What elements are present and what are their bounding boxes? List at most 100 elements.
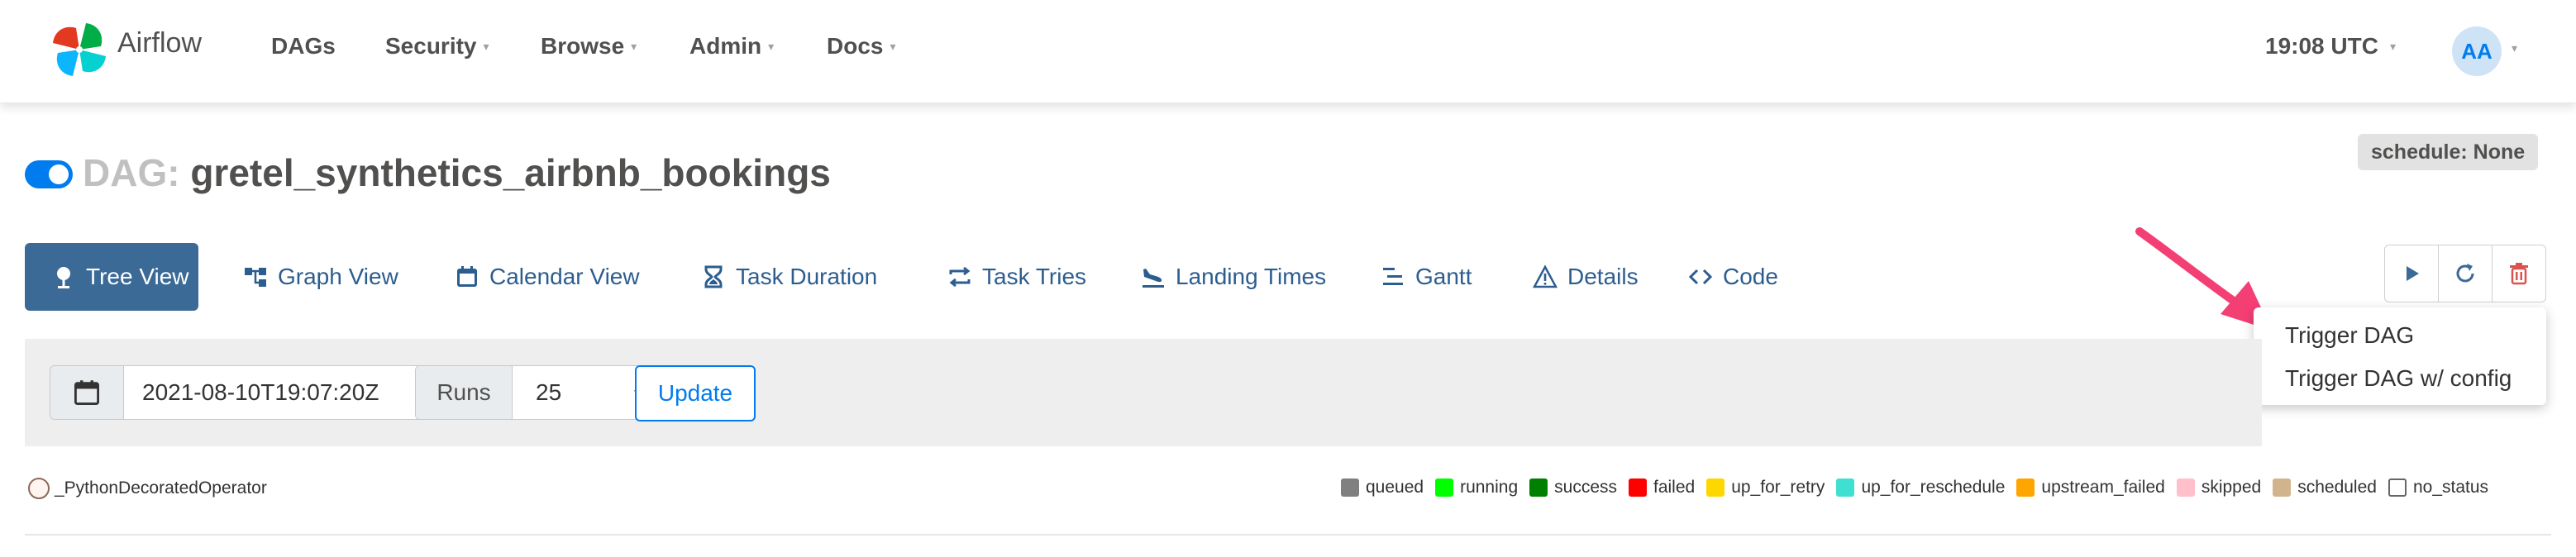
delete-dag-button[interactable] — [2493, 245, 2545, 302]
dag-actions — [2384, 245, 2546, 302]
tab-task-duration[interactable]: Task Duration — [681, 243, 897, 311]
graph-icon — [245, 268, 266, 287]
legend-item: running — [1435, 478, 1518, 497]
legend-item: skipped — [2176, 478, 2262, 497]
nav-admin[interactable]: Admin ▾ — [689, 33, 774, 60]
legend-item: failed — [1629, 478, 1695, 497]
airflow-logo-icon — [53, 23, 106, 76]
tree-icon — [57, 267, 70, 288]
utc-clock[interactable]: 19:08 UTC ▾ — [2265, 33, 2396, 60]
warning-triangle-icon — [1533, 264, 1558, 288]
calendar-icon — [457, 266, 477, 287]
legend-swatch — [1706, 478, 1725, 497]
legend-swatch — [1529, 478, 1548, 497]
tab-task-duration-label: Task Duration — [736, 264, 878, 289]
legend-swatch — [2273, 478, 2292, 497]
dag-name: gretel_synthetics_airbnb_bookings — [190, 151, 831, 194]
nav-browse-label: Browse — [541, 33, 625, 59]
runs-value: 25 — [536, 379, 562, 405]
legend-swatch — [1341, 478, 1359, 497]
update-button[interactable]: Update — [635, 365, 756, 421]
legend-item: up_for_retry — [1706, 478, 1825, 497]
user-avatar[interactable]: AA — [2452, 26, 2502, 76]
state-legend: queued running success failed up_for_ret… — [1341, 478, 2488, 497]
calendar-icon[interactable] — [50, 366, 124, 419]
tab-details[interactable]: Details — [1513, 243, 1658, 311]
refresh-dag-button[interactable] — [2439, 245, 2493, 302]
tab-gantt[interactable]: Gantt — [1361, 243, 1491, 311]
gantt-icon — [1383, 268, 1403, 285]
brand-name: Airflow — [117, 26, 203, 59]
hourglass-icon — [704, 265, 723, 288]
nav-browse[interactable]: Browse ▾ — [541, 33, 637, 60]
trash-icon — [2510, 263, 2528, 285]
runs-group: Runs 25 — [415, 365, 661, 420]
base-date-group — [50, 365, 444, 420]
operator-legend: _PythonDecoratedOperator — [28, 478, 267, 499]
legend-label: up_for_reschedule — [1861, 478, 2006, 497]
legend-item: up_for_reschedule — [1836, 478, 2005, 497]
user-initials: AA — [2461, 38, 2493, 64]
nav-security-label: Security — [385, 33, 477, 59]
dag-pause-toggle[interactable] — [25, 160, 73, 188]
caret-down-icon: ▾ — [2389, 39, 2396, 53]
tab-gantt-label: Gantt — [1415, 264, 1472, 289]
caret-down-icon[interactable]: ▾ — [2512, 41, 2517, 55]
legend-item: scheduled — [2273, 478, 2377, 497]
menu-item-trigger-dag[interactable]: Trigger DAG — [2285, 322, 2414, 349]
schedule-badge: schedule: None — [2358, 134, 2539, 170]
tab-landing-times[interactable]: Landing Times — [1121, 243, 1346, 311]
navbar: Airflow DAGs Security ▾ Browse ▾ Admin ▾… — [0, 0, 2576, 103]
operator-label: _PythonDecoratedOperator — [55, 478, 267, 497]
refresh-icon — [2456, 264, 2474, 283]
nav-security[interactable]: Security ▾ — [385, 33, 489, 60]
caret-down-icon: ▾ — [768, 39, 775, 53]
legend-swatch — [1629, 478, 1647, 497]
tab-code[interactable]: Code — [1668, 243, 1798, 311]
brand[interactable]: Airflow — [48, 18, 202, 81]
tab-landing-times-label: Landing Times — [1176, 264, 1327, 289]
tab-calendar-view-label: Calendar View — [489, 264, 640, 289]
caret-down-icon: ▾ — [890, 39, 896, 53]
legend-item: upstream_failed — [2016, 478, 2165, 497]
tab-tree-view-label: Tree View — [86, 264, 189, 289]
nav-docs-label: Docs — [827, 33, 884, 59]
legend-item: queued — [1341, 478, 1424, 497]
code-icon — [1688, 269, 1713, 285]
tab-tree-view[interactable]: Tree View — [25, 243, 198, 311]
caret-down-icon: ▾ — [483, 39, 489, 53]
legend-swatch — [1435, 478, 1454, 497]
retry-icon — [949, 266, 971, 288]
tab-task-tries[interactable]: Task Tries — [928, 243, 1106, 311]
legend-item: success — [1529, 478, 1617, 497]
legend-label: success — [1554, 478, 1617, 497]
legend-label: queued — [1366, 478, 1424, 497]
dag-prefix: DAG: — [83, 151, 180, 194]
page-title: DAG: gretel_synthetics_airbnb_bookings — [83, 150, 831, 195]
legend-label: failed — [1653, 478, 1696, 497]
caret-down-icon: ▾ — [631, 39, 637, 53]
legend-swatch — [2388, 478, 2407, 497]
base-date-input[interactable] — [124, 366, 443, 419]
menu-item-trigger-dag-config[interactable]: Trigger DAG w/ config — [2285, 365, 2512, 392]
tab-calendar-view[interactable]: Calendar View — [435, 243, 660, 311]
nav-admin-label: Admin — [689, 33, 762, 59]
legend-swatch — [2176, 478, 2195, 497]
trigger-dropdown-menu: Trigger DAG Trigger DAG w/ config — [2254, 307, 2546, 405]
divider — [25, 534, 2551, 536]
tab-code-label: Code — [1723, 264, 1778, 289]
trigger-dag-button[interactable] — [2385, 245, 2439, 302]
nav-docs[interactable]: Docs ▾ — [827, 33, 896, 60]
clock-label: 19:08 UTC — [2265, 33, 2378, 59]
nav-dags-label: DAGs — [271, 33, 336, 59]
legend-label: up_for_retry — [1731, 478, 1825, 497]
filter-bar: Runs 25 Update — [25, 339, 2262, 446]
legend-label: skipped — [2201, 478, 2262, 497]
nav-dags[interactable]: DAGs — [271, 33, 336, 60]
tab-details-label: Details — [1567, 264, 1639, 289]
legend-label: upstream_failed — [2041, 478, 2165, 497]
legend-swatch — [2016, 478, 2035, 497]
plane-landing-icon — [1143, 269, 1164, 288]
play-icon — [2407, 266, 2419, 281]
tab-graph-view[interactable]: Graph View — [223, 243, 418, 311]
